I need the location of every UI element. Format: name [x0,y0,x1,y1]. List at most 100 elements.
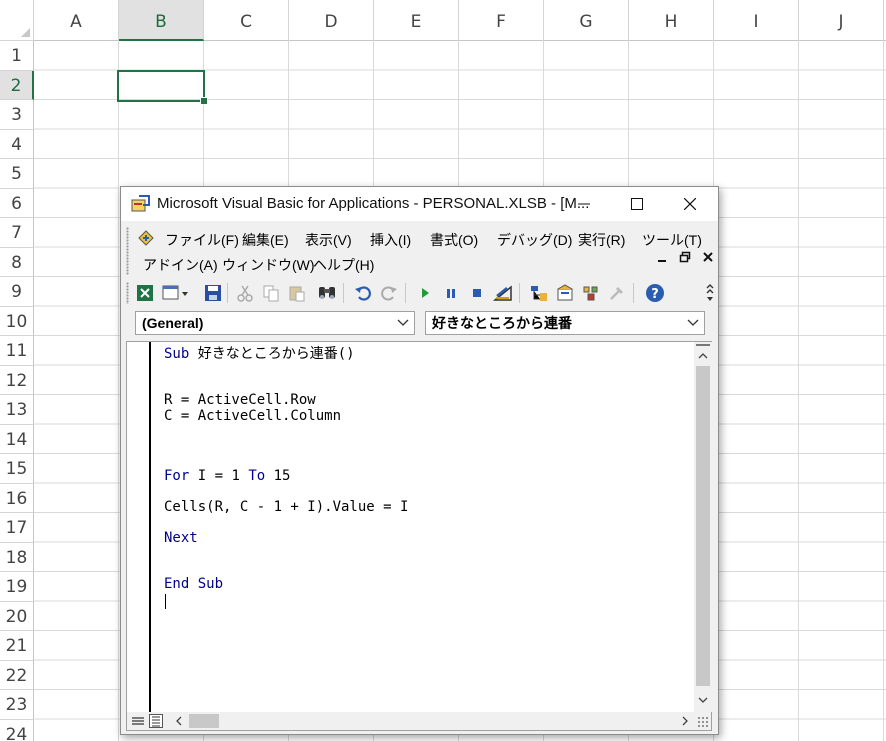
row-header-24[interactable]: 24 [0,719,34,741]
properties-icon[interactable] [555,283,575,303]
project-explorer-icon[interactable] [529,283,549,303]
row-header-6[interactable]: 6 [0,188,34,218]
procedure-view-icon[interactable] [131,714,145,728]
resize-grip[interactable] [697,716,709,728]
mdi-restore-icon[interactable] [679,251,691,263]
cut-icon[interactable] [235,283,255,303]
excel-view-icon[interactable] [135,283,155,303]
row-header-1[interactable]: 1 [0,41,34,71]
column-header-g[interactable]: G [544,0,629,41]
code-line: Next [164,530,198,546]
column-header-a[interactable]: A [34,0,119,41]
row-header-17[interactable]: 17 [0,513,34,543]
row-header-14[interactable]: 14 [0,424,34,454]
chevron-down-icon [396,313,410,333]
find-icon[interactable] [317,283,337,303]
toolbar-separator [633,283,634,303]
menu-file[interactable]: ファイル(F) [165,230,239,250]
row-header-13[interactable]: 13 [0,395,34,425]
split-bar[interactable] [696,344,710,348]
column-header-j[interactable]: J [799,0,884,41]
row-header-11[interactable]: 11 [0,336,34,366]
menu-insert[interactable]: 挿入(I) [370,230,411,250]
copy-icon[interactable] [261,283,281,303]
row-header-12[interactable]: 12 [0,365,34,395]
row-header-7[interactable]: 7 [0,218,34,248]
menu-window[interactable]: ウィンドウ(W) [222,255,315,275]
title-bar[interactable]: Microsoft Visual Basic for Applications … [121,187,718,221]
menu-bar: ファイル(F) 編集(E) 表示(V) 挿入(I) 書式(O) デバッグ(D) … [121,223,718,279]
object-dropdown[interactable]: (General) [135,311,415,335]
column-header-c[interactable]: C [204,0,289,41]
redo-icon[interactable] [379,283,399,303]
row-header-10[interactable]: 10 [0,306,34,336]
vertical-scrollbar[interactable] [694,342,712,712]
menu-format[interactable]: 書式(O) [430,230,478,250]
row-header-9[interactable]: 9 [0,277,34,307]
scroll-right-icon[interactable] [679,714,691,728]
row-header-3[interactable]: 3 [0,100,34,130]
toolbox-icon[interactable] [607,283,627,303]
close-button[interactable] [667,187,713,221]
row-header-2[interactable]: 2 [0,70,34,100]
procedure-dropdown[interactable]: 好きなところから連番 [425,311,705,335]
row-header-15[interactable]: 15 [0,454,34,484]
row-header-4[interactable]: 4 [0,129,34,159]
mdi-close-icon[interactable] [703,251,713,263]
menu-addins[interactable]: アドイン(A) [143,255,218,275]
horizontal-scroll-thumb[interactable] [189,714,219,728]
scroll-down-icon[interactable] [697,694,709,706]
maximize-button[interactable] [614,187,660,221]
menu-edit[interactable]: 編集(E) [242,230,289,250]
mdi-minimize-icon[interactable] [657,251,667,263]
undo-icon[interactable] [353,283,373,303]
minimize-button[interactable] [561,187,607,221]
vertical-scroll-thumb[interactable] [696,366,710,686]
menu-run[interactable]: 実行(R) [578,230,625,250]
row-header-5[interactable]: 5 [0,159,34,189]
break-icon[interactable] [441,283,461,303]
insert-userform-icon[interactable] [161,283,191,303]
margin-indicator-bar[interactable] [127,342,151,712]
scroll-left-icon[interactable] [173,714,185,728]
reset-icon[interactable] [467,283,487,303]
object-browser-icon[interactable] [581,283,601,303]
menu-help[interactable]: ヘルプ(H) [313,255,374,275]
row-header-8[interactable]: 8 [0,247,34,277]
toolbar-separator [405,283,406,303]
code-line: Sub 好きなところから連番() [164,346,355,362]
row-header-18[interactable]: 18 [0,542,34,572]
row-header-16[interactable]: 16 [0,483,34,513]
row-header-19[interactable]: 19 [0,572,34,602]
menu-tools[interactable]: ツール(T) [642,230,702,250]
code-bottom-bar [127,712,711,730]
row-header-21[interactable]: 21 [0,631,34,661]
help-icon[interactable]: ? [645,283,665,303]
vba-menu-icon[interactable] [135,227,157,249]
row-header-22[interactable]: 22 [0,660,34,690]
menu-debug[interactable]: デバッグ(D) [497,230,572,250]
scroll-up-icon[interactable] [697,350,709,362]
active-cell-b2[interactable] [117,70,208,105]
code-window[interactable]: Sub 好きなところから連番() R = ActiveCell.Row C = … [126,341,712,731]
column-header-b[interactable]: B [119,0,204,41]
column-header-i[interactable]: I [714,0,799,41]
select-all-corner[interactable] [0,0,34,41]
minimize-icon [578,203,590,205]
menu-grip[interactable] [126,227,129,275]
column-header-h[interactable]: H [629,0,714,41]
text-caret [165,594,166,609]
row-header-23[interactable]: 23 [0,690,34,720]
column-header-e[interactable]: E [374,0,459,41]
toolbar-grip[interactable] [126,282,129,304]
column-header-d[interactable]: D [289,0,374,41]
save-icon[interactable] [203,283,223,303]
design-mode-icon[interactable] [493,283,513,303]
menu-view[interactable]: 表示(V) [305,230,352,250]
column-header-f[interactable]: F [459,0,544,41]
paste-icon[interactable] [287,283,307,303]
full-module-view-icon[interactable] [149,714,163,728]
toolbar-overflow-icon[interactable] [705,283,715,303]
row-header-20[interactable]: 20 [0,601,34,631]
run-icon[interactable] [415,283,435,303]
